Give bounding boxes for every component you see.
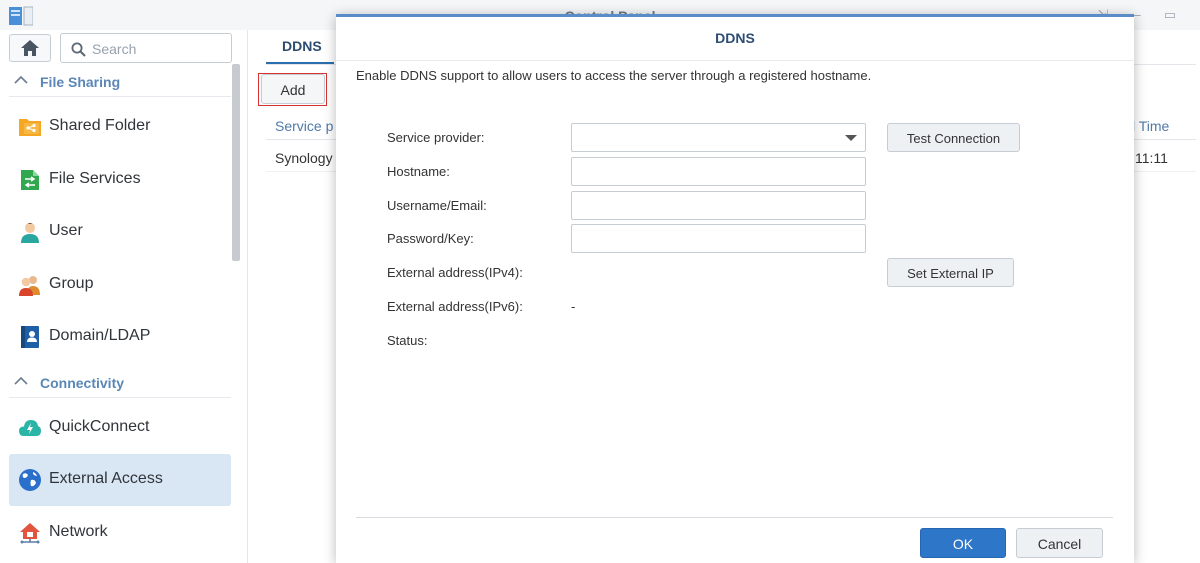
divider bbox=[9, 397, 231, 398]
ok-button-label: OK bbox=[952, 536, 974, 552]
section-label: File Sharing bbox=[40, 74, 121, 90]
dialog-description: Enable DDNS support to allow users to ac… bbox=[356, 68, 872, 83]
cell-time: 11:11 bbox=[1135, 150, 1168, 166]
search-input[interactable]: Search bbox=[60, 33, 232, 63]
dialog-title-divider bbox=[336, 60, 1134, 61]
column-header-time[interactable]: l Time bbox=[1132, 118, 1169, 134]
cancel-button-label: Cancel bbox=[1037, 536, 1082, 552]
password-label: Password/Key: bbox=[387, 231, 474, 246]
tab-ddns[interactable]: DDNS bbox=[266, 30, 334, 64]
sidebar-item-shared-folder[interactable]: Shared Folder bbox=[9, 101, 231, 153]
sidebar-item-label: Domain/LDAP bbox=[49, 327, 151, 344]
section-label: Connectivity bbox=[40, 375, 125, 391]
sidebar-item-label: Network bbox=[49, 523, 108, 540]
add-button-highlight bbox=[258, 73, 327, 106]
group-icon bbox=[19, 276, 40, 296]
service-provider-label: Service provider: bbox=[387, 130, 485, 145]
control-panel-icon bbox=[9, 6, 33, 26]
sidebar-scrollbar[interactable] bbox=[232, 64, 240, 261]
sidebar-item-label: Group bbox=[49, 275, 94, 292]
maximize-icon[interactable]: ▭ bbox=[1163, 8, 1177, 22]
tab-label: DDNS bbox=[282, 38, 322, 54]
section-connectivity[interactable]: Connectivity bbox=[9, 368, 231, 398]
dialog-title: DDNS bbox=[715, 30, 755, 46]
sidebar-item-external-access[interactable]: External Access bbox=[9, 454, 231, 506]
sidebar: Search File Sharing Shared Folder File S… bbox=[0, 30, 248, 563]
file-services-icon bbox=[21, 170, 39, 190]
sidebar-item-domain-ldap[interactable]: Domain/LDAP bbox=[9, 311, 231, 363]
section-file-sharing[interactable]: File Sharing bbox=[9, 67, 231, 97]
sidebar-item-label: External Access bbox=[49, 470, 163, 487]
username-label: Username/Email: bbox=[387, 198, 487, 213]
password-field[interactable] bbox=[571, 224, 866, 253]
search-placeholder: Search bbox=[92, 41, 137, 57]
ok-button[interactable]: OK bbox=[920, 528, 1006, 558]
column-header-service-provider[interactable]: Service p bbox=[275, 118, 333, 134]
domain-ldap-icon bbox=[21, 326, 39, 348]
sidebar-item-file-services[interactable]: File Services bbox=[9, 154, 231, 206]
hostname-field[interactable] bbox=[571, 157, 866, 186]
shared-folder-icon bbox=[19, 119, 41, 136]
user-icon bbox=[21, 223, 39, 243]
cell-service-provider: Synology bbox=[275, 150, 333, 166]
dropdown-caret-icon bbox=[845, 135, 857, 141]
sidebar-item-quickconnect[interactable]: QuickConnect bbox=[9, 402, 231, 454]
hostname-label: Hostname: bbox=[387, 164, 450, 179]
external-ipv6-value: - bbox=[571, 299, 576, 314]
sidebar-item-label: QuickConnect bbox=[49, 418, 150, 435]
cancel-button[interactable]: Cancel bbox=[1016, 528, 1103, 558]
external-access-icon bbox=[19, 469, 41, 491]
search-icon bbox=[71, 42, 86, 57]
sidebar-item-group[interactable]: Group bbox=[9, 259, 231, 311]
sidebar-item-label: Shared Folder bbox=[49, 117, 151, 134]
chevron-up-icon bbox=[14, 376, 28, 385]
divider bbox=[9, 96, 231, 97]
external-ipv4-label: External address(IPv4): bbox=[387, 265, 523, 280]
home-icon bbox=[21, 40, 39, 56]
dialog-footer-divider bbox=[356, 517, 1113, 518]
network-icon bbox=[20, 523, 40, 544]
quickconnect-icon bbox=[19, 420, 41, 436]
username-field[interactable] bbox=[571, 191, 866, 220]
set-external-ip-button[interactable]: Set External IP bbox=[887, 258, 1014, 287]
set-external-ip-label: Set External IP bbox=[907, 266, 994, 281]
test-connection-label: Test Connection bbox=[906, 131, 1001, 146]
chevron-up-icon bbox=[14, 75, 28, 84]
test-connection-button[interactable]: Test Connection bbox=[887, 123, 1020, 152]
service-provider-select[interactable] bbox=[571, 123, 866, 152]
sidebar-item-network[interactable]: Network bbox=[9, 507, 231, 559]
home-button[interactable] bbox=[9, 34, 51, 62]
sidebar-item-label: File Services bbox=[49, 170, 141, 187]
sidebar-item-label: User bbox=[49, 222, 83, 239]
status-label: Status: bbox=[387, 333, 428, 348]
sidebar-item-user[interactable]: User bbox=[9, 206, 231, 258]
ddns-dialog: DDNS Enable DDNS support to allow users … bbox=[336, 14, 1134, 563]
external-ipv6-label: External address(IPv6): bbox=[387, 299, 523, 314]
